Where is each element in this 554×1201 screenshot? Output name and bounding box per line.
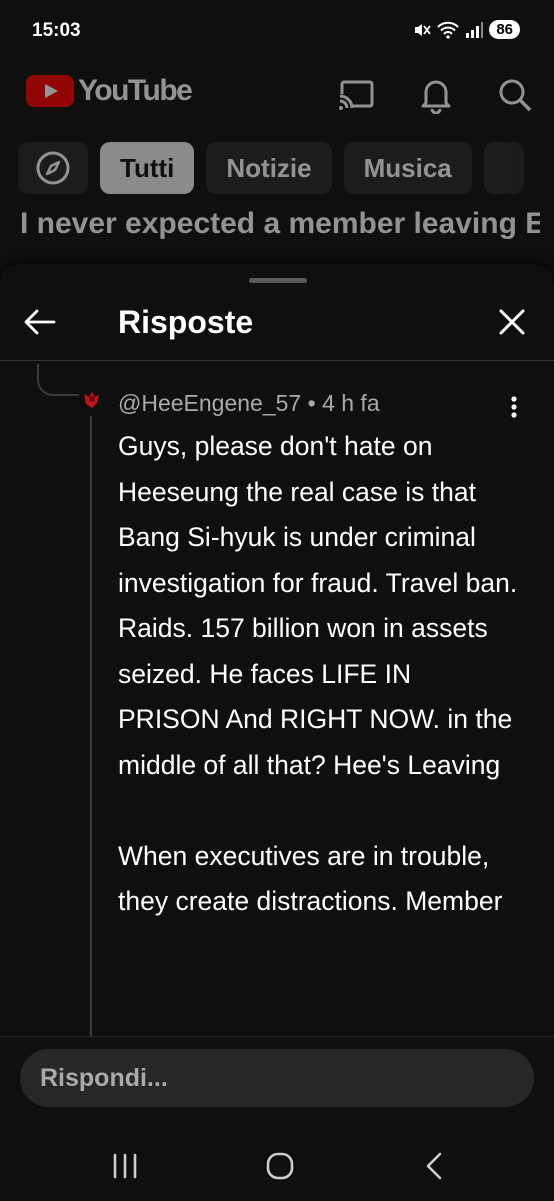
sheet-header: Risposte	[0, 288, 554, 361]
back-icon[interactable]	[410, 1141, 460, 1191]
mute-icon	[415, 23, 432, 36]
comment-text: Guys, please don't hate on Heeseung the …	[118, 431, 518, 916]
close-icon[interactable]	[492, 302, 532, 342]
cast-icon[interactable]	[336, 74, 376, 114]
search-icon[interactable]	[494, 74, 534, 114]
back-arrow-icon[interactable]	[20, 302, 60, 342]
youtube-logo[interactable]: YouTube	[26, 74, 193, 108]
compass-icon	[36, 151, 70, 185]
battery-indicator: 86	[489, 20, 520, 39]
chip-notizie[interactable]: Notizie	[206, 142, 332, 194]
chip-more[interactable]	[483, 142, 524, 194]
comment-meta: @HeeEngene_57 • 4 h fa	[118, 390, 380, 417]
background-comment: I never expected a member leaving Enhype…	[20, 207, 540, 240]
signal-icon	[466, 21, 484, 38]
status-bar: 15:03 86	[0, 0, 554, 62]
youtube-wordmark: YouTube	[78, 74, 193, 107]
youtube-play-icon	[26, 75, 74, 107]
thread-line	[90, 416, 92, 1040]
drag-handle[interactable]	[249, 278, 307, 283]
reply-input[interactable]: Rispondi...	[20, 1049, 534, 1107]
sheet-title: Risposte	[118, 304, 254, 340]
home-icon[interactable]	[255, 1141, 305, 1191]
youtube-header: YouTube	[0, 62, 554, 126]
avatar[interactable]	[78, 386, 104, 412]
explore-chip[interactable]	[18, 142, 88, 194]
recents-icon[interactable]	[100, 1141, 150, 1191]
comment-time: 4 h fa	[322, 390, 380, 416]
wifi-icon	[437, 21, 460, 39]
chip-musica[interactable]: Musica	[343, 142, 472, 194]
status-time: 15:03	[32, 20, 81, 41]
thread-connector	[37, 364, 79, 396]
category-chips: Tutti Notizie Musica	[18, 142, 524, 194]
chip-tutti[interactable]: Tutti	[100, 142, 195, 194]
reply-bar: Rispondi...	[0, 1036, 554, 1201]
meta-separator: •	[307, 390, 323, 416]
more-vert-icon[interactable]	[502, 392, 526, 422]
bell-icon[interactable]	[416, 74, 456, 114]
status-icons: 86	[413, 20, 520, 39]
comment-author[interactable]: @HeeEngene_57	[118, 390, 301, 416]
